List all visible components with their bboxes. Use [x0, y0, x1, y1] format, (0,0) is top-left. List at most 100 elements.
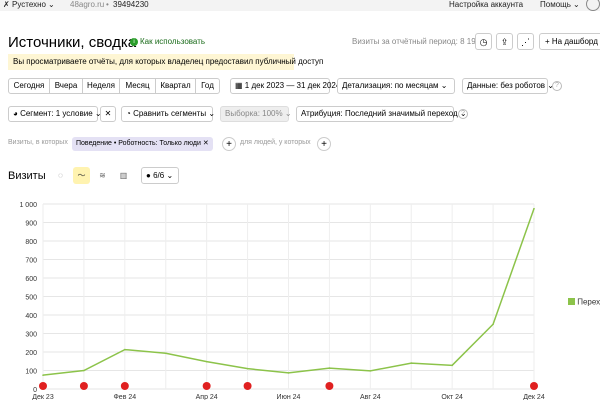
account-settings-link[interactable]: Настройка аккаунта — [449, 0, 523, 10]
add-people-filter-button[interactable]: + — [317, 137, 331, 151]
compare-icon: ◔ — [126, 109, 131, 118]
avatar[interactable] — [586, 0, 600, 11]
separator-dot: • — [106, 0, 109, 9]
y-tick-label: 900 — [25, 221, 37, 228]
help-icon[interactable]: ? — [552, 81, 562, 91]
data-point — [42, 374, 44, 376]
counter-domain: 48agro.ru — [70, 0, 105, 9]
add-to-dashboard-button[interactable]: + На дашборд — [539, 33, 600, 50]
series-select[interactable]: ● 6/6 ⌄ — [141, 167, 179, 184]
period-week[interactable]: Неделя — [82, 78, 120, 94]
how-to-use-link[interactable]: i Как использовать — [130, 37, 205, 46]
public-access-banner: Вы просматриваете отчёты, для которых вл… — [8, 54, 323, 70]
data-point — [533, 207, 535, 210]
share-button[interactable]: ⋰ — [517, 33, 534, 50]
data-point — [246, 367, 249, 370]
data-point — [164, 352, 167, 355]
annotation-marker — [243, 382, 252, 390]
period-year[interactable]: Год — [195, 78, 220, 94]
segment-select[interactable]: ◕ Сегмент: 1 условие ⌄ — [8, 106, 102, 122]
history-button[interactable]: ◷ — [475, 33, 492, 50]
segment-label: Сегмент: 1 условие — [20, 109, 93, 118]
y-tick-label: 100 — [25, 369, 37, 376]
x-tick-label: Фев 24 — [113, 394, 136, 400]
clear-segment-button[interactable]: ✕ — [100, 106, 116, 122]
filter-chip-label: Поведение • Роботность: Только люди — [76, 140, 201, 147]
annotation-marker — [530, 382, 538, 390]
annotation-marker — [202, 382, 211, 390]
detail-select[interactable]: Детализация: по месяцам ⌄ — [337, 78, 455, 94]
y-tick-label: 300 — [25, 332, 37, 339]
data-point — [369, 370, 372, 372]
annotation-marker — [120, 382, 129, 390]
annotation-marker — [79, 382, 88, 390]
detail-label: Детализация: по месяцам — [342, 81, 439, 90]
y-tick-label: 600 — [25, 276, 37, 283]
data-point — [328, 367, 331, 369]
series-counter: 6/6 — [153, 171, 165, 180]
area-chart-toggle[interactable]: ≋ — [94, 167, 111, 184]
counter-icon: ✗ — [3, 0, 10, 9]
page-title: Источники, сводка — [8, 34, 137, 51]
how-to-use-label: Как использовать — [140, 37, 206, 46]
period-today[interactable]: Сегодня — [8, 78, 50, 94]
data-point — [492, 323, 494, 326]
y-tick-label: 800 — [25, 239, 37, 246]
chart-title: Визиты — [8, 170, 46, 182]
help-icon[interactable]: ? — [458, 109, 468, 119]
pie-icon: ◕ — [13, 109, 18, 118]
top-bar: ✗ Рустехно ⌄ 48agro.ru • 39494230 Настро… — [0, 0, 600, 11]
chevron-down-icon[interactable]: ⌄ — [573, 0, 580, 10]
period-month[interactable]: Месяц — [119, 78, 156, 94]
add-visit-filter-button[interactable]: + — [222, 137, 236, 151]
annotation-marker — [325, 382, 334, 390]
calendar-icon: ▦ — [235, 81, 243, 90]
counter-name[interactable]: Рустехно — [12, 0, 46, 10]
x-tick-label: Апр 24 — [196, 394, 218, 400]
export-button[interactable]: ⇪ — [496, 33, 513, 50]
legend-checkbox[interactable] — [568, 298, 575, 306]
close-icon[interactable]: ✕ — [203, 140, 209, 147]
period-quarter[interactable]: Квартал — [155, 78, 196, 94]
chevron-down-icon: ⌄ — [284, 109, 292, 118]
close-icon: ✕ — [104, 109, 112, 118]
date-range-picker[interactable]: ▦ 1 дек 2023 — 31 дек 2024 — [230, 78, 340, 94]
legend-label: Перех — [577, 297, 600, 307]
y-tick-label: 200 — [25, 350, 37, 357]
line-chart: 0 100 200 300 400 500 600 700 800 900 1 000 Дек 23 Ф… — [19, 202, 544, 400]
compare-label: Сравнить сегменты — [133, 109, 207, 118]
people-where-label: для людей, у которых — [240, 139, 311, 146]
help-link[interactable]: Помощь — [540, 0, 571, 10]
x-tick-label: Окт 24 — [441, 394, 463, 400]
data-point — [83, 369, 85, 372]
bubble-icon: ● — [146, 171, 151, 180]
sample-label: Выборка: 100% — [225, 109, 283, 118]
y-tick-label: 500 — [25, 295, 37, 302]
y-tick-label: 400 — [25, 313, 37, 320]
attribution-label: Атрибуция: Последний значимый переход — [301, 109, 458, 118]
data-filter-select[interactable]: Данные: без роботов ⌄ — [462, 78, 554, 94]
chevron-down-icon: ⌄ — [440, 81, 448, 90]
compare-segments-button[interactable]: ◔ Сравнить сегменты ⌄ — [121, 106, 216, 122]
line-chart-toggle[interactable]: 〜 — [73, 167, 90, 184]
data-filter-label: Данные: без роботов — [467, 81, 546, 90]
y-tick-label: 700 — [25, 258, 37, 265]
counter-id: 39494230 — [113, 0, 149, 9]
y-tick-label: 0 — [33, 387, 37, 394]
pie-chart-toggle[interactable]: ◌ — [52, 167, 69, 184]
info-icon: i — [130, 37, 138, 46]
period-yesterday[interactable]: Вчера — [49, 78, 83, 94]
chevron-down-icon[interactable]: ⌄ — [48, 0, 55, 10]
legend-item[interactable]: Перех — [568, 297, 600, 306]
data-point — [410, 362, 413, 364]
attribution-select[interactable]: Атрибуция: Последний значимый переход ⌄ — [296, 106, 467, 122]
x-tick-label: Авг 24 — [360, 394, 381, 400]
data-point — [451, 364, 453, 367]
filter-chip[interactable]: Поведение • Роботность: Только люди ✕ — [72, 137, 213, 151]
date-range-label: 1 дек 2023 — 31 дек 2024 — [244, 81, 341, 90]
add-to-dashboard-label: На дашборд — [551, 37, 598, 46]
visits-period-total: Визиты за отчётный период: 8 198 — [352, 37, 481, 46]
chevron-down-icon: ⌄ — [208, 109, 216, 118]
x-tick-label: Дек 23 — [32, 394, 54, 400]
bar-chart-toggle[interactable]: ▥ — [115, 167, 132, 184]
